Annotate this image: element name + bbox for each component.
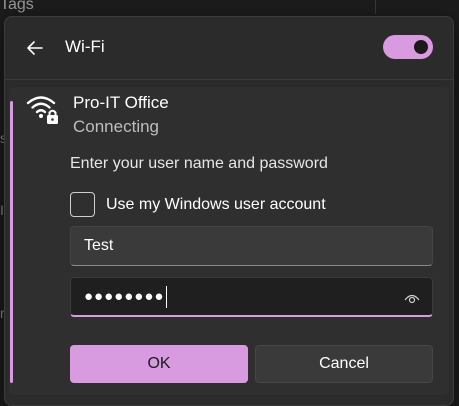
wifi-secured-icon [26, 96, 58, 124]
back-button[interactable] [21, 34, 49, 62]
flyout-header: Wi-Fi [5, 17, 453, 79]
back-arrow-icon [27, 41, 43, 55]
eye-icon[interactable] [404, 290, 420, 306]
ok-button[interactable]: OK [70, 345, 248, 383]
header-divider [5, 79, 453, 80]
username-field[interactable]: Test [70, 226, 433, 266]
password-field[interactable]: ●●●●●●●● [70, 277, 433, 317]
text-caret [166, 285, 168, 308]
background-tags-label: Tags [0, 0, 34, 13]
credentials-prompt: Enter your user name and password [70, 155, 328, 172]
selection-accent-bar [10, 101, 13, 383]
wifi-flyout: Wi-Fi Pro-IT Office Connecting Enter you… [4, 16, 454, 406]
wifi-toggle[interactable] [383, 35, 433, 59]
username-value: Test [84, 237, 114, 254]
network-name: Pro-IT Office [73, 93, 169, 112]
windows-account-option[interactable]: Use my Windows user account [70, 192, 326, 217]
background-divider [375, 0, 376, 14]
windows-account-checkbox[interactable] [70, 192, 95, 217]
network-card: Pro-IT Office Connecting Enter your user… [9, 87, 449, 395]
toggle-knob [414, 40, 428, 54]
network-status: Connecting [73, 117, 160, 136]
cancel-button[interactable]: Cancel [255, 345, 433, 383]
password-value: ●●●●●●●● [84, 288, 165, 305]
windows-account-label: Use my Windows user account [106, 195, 326, 213]
page-title: Wi-Fi [65, 37, 105, 56]
